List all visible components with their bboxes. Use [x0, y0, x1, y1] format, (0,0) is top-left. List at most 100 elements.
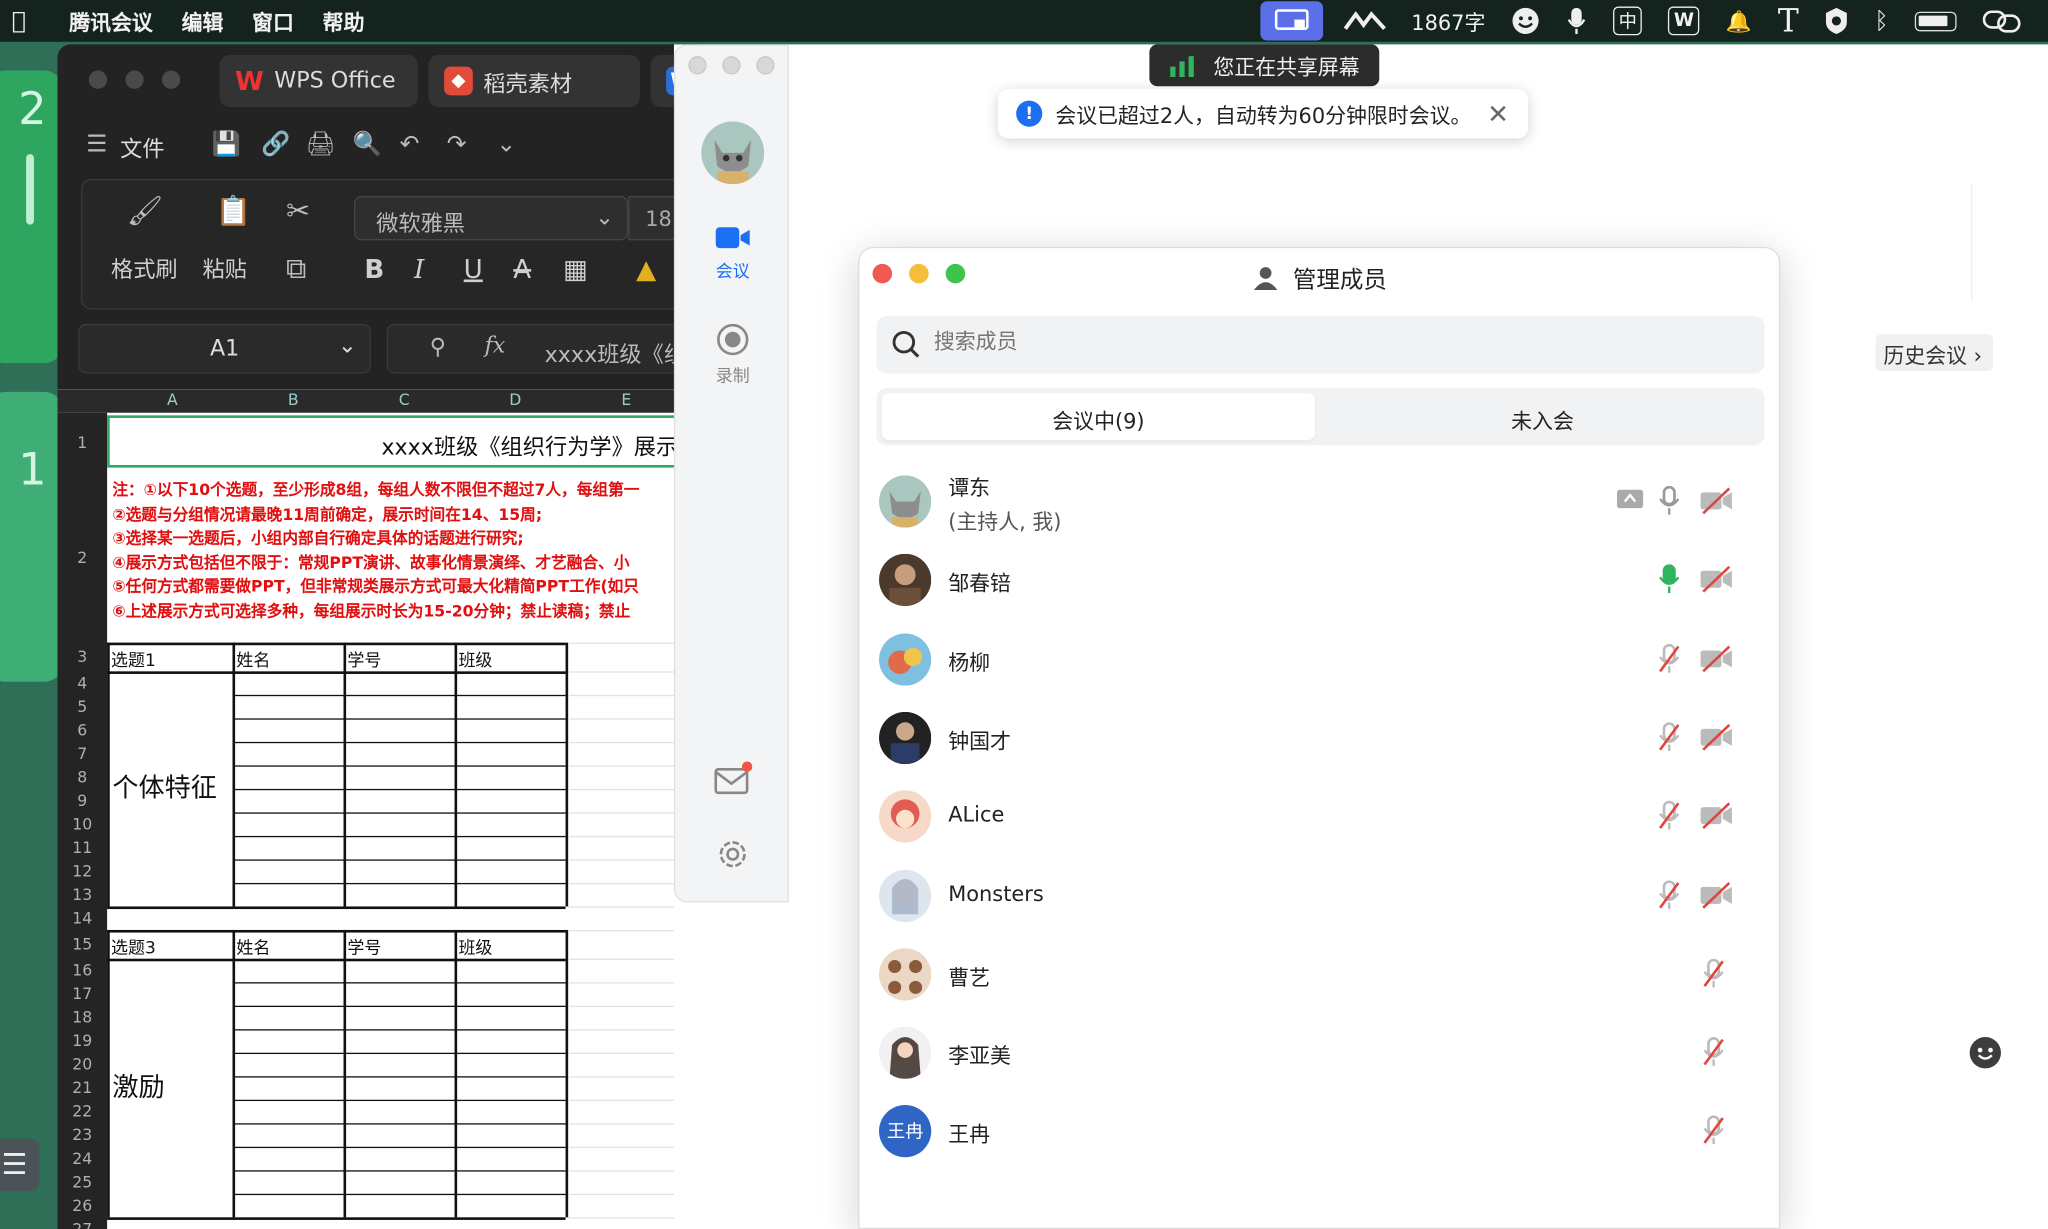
close-button[interactable]	[688, 56, 707, 75]
camera-off-icon[interactable]	[1699, 880, 1733, 914]
chevron-down-icon[interactable]: ⌄	[496, 131, 516, 158]
row-header[interactable]: 4	[57, 671, 107, 695]
link-icon[interactable]: 🔗	[261, 131, 290, 158]
tab-wps-office[interactable]: W WPS Office	[219, 54, 418, 108]
history-meetings-button[interactable]: 历史会议 ›	[1875, 334, 1994, 371]
camera-off-icon[interactable]	[1699, 801, 1733, 835]
paste-button[interactable]: 粘贴	[202, 251, 246, 283]
mic-muted-icon[interactable]	[1657, 722, 1681, 759]
strikethrough-button[interactable]: A	[513, 253, 531, 284]
print-icon[interactable]: 🖨	[306, 131, 336, 158]
row-header[interactable]: 5	[57, 695, 107, 719]
mic-muted-icon[interactable]	[1702, 958, 1726, 995]
member-row[interactable]: 邹春锫	[876, 541, 1764, 619]
row-header[interactable]: 25	[57, 1170, 107, 1194]
mic-muted-icon[interactable]	[1702, 1115, 1726, 1153]
fill-color-icon[interactable]: ▲	[636, 253, 656, 284]
column-label[interactable]: 姓名	[236, 647, 270, 672]
row-header[interactable]: 22	[57, 1100, 107, 1124]
menu-app-name[interactable]: 腾讯会议	[69, 5, 153, 36]
close-button[interactable]	[88, 70, 108, 89]
screen-sharing-indicator[interactable]: 您正在共享屏幕	[1149, 44, 1380, 87]
formula-bar[interactable]: ⚲ fx xxxx班级《组织行为学》展示安排	[386, 323, 698, 374]
row-header[interactable]: 7	[57, 742, 107, 766]
input-method-icon[interactable]: 中	[1613, 6, 1643, 36]
emoji-icon[interactable]	[1969, 1037, 2001, 1069]
border-icon[interactable]: ▦	[563, 253, 588, 284]
mic-muted-icon[interactable]	[1657, 800, 1681, 838]
mic-muted-icon[interactable]	[1657, 643, 1681, 680]
row-header[interactable]: 6	[57, 718, 107, 742]
member-row[interactable]: 钟国才	[876, 699, 1764, 777]
row-header[interactable]: 19	[57, 1029, 107, 1053]
shield-icon[interactable]	[1825, 7, 1849, 36]
member-row[interactable]: 王冉 王冉	[876, 1092, 1764, 1170]
mic-icon[interactable]	[1566, 7, 1587, 36]
list-menu-icon[interactable]: ☰	[0, 1138, 40, 1192]
row-header[interactable]: 20	[57, 1053, 107, 1077]
screen-share-icon[interactable]	[1616, 486, 1645, 517]
minimize-button[interactable]	[125, 70, 144, 89]
tab-not-joined[interactable]: 未入会	[1326, 393, 1760, 440]
function-icon[interactable]: fx	[485, 333, 506, 359]
avatar[interactable]	[701, 121, 765, 185]
row-header[interactable]: 13	[57, 883, 107, 907]
member-row[interactable]: 谭东 (主持人, 我)	[876, 462, 1764, 540]
topic-name[interactable]: 个体特征	[112, 767, 216, 805]
column-label[interactable]: 学号	[347, 934, 381, 959]
column-header[interactable]: C	[349, 391, 460, 409]
member-row[interactable]: 李亚美	[876, 1014, 1764, 1092]
menu-help[interactable]: 帮助	[323, 5, 365, 36]
row-header[interactable]: 1	[57, 413, 107, 473]
maximize-button[interactable]	[161, 70, 181, 89]
print-preview-icon[interactable]: 🔍	[353, 131, 382, 158]
italic-button[interactable]: I	[414, 253, 424, 284]
mic-icon[interactable]	[1657, 485, 1681, 523]
cell-name-box[interactable]: A1 ⌄	[78, 323, 371, 374]
format-painter-button[interactable]: 格式刷	[111, 251, 178, 283]
bold-button[interactable]: B	[364, 253, 384, 284]
row-header[interactable]: 23	[57, 1123, 107, 1147]
row-header[interactable]: 9	[57, 789, 107, 813]
zoom-icon[interactable]: ⚲	[430, 334, 446, 360]
word-count[interactable]: 1867字	[1411, 5, 1485, 36]
wps-menubar-icon[interactable]	[1343, 10, 1386, 31]
screen-share-status-icon[interactable]	[1259, 1, 1323, 41]
row-header[interactable]: 3	[57, 643, 107, 672]
sidebar-item-meeting[interactable]: 会议	[675, 223, 790, 282]
column-header[interactable]: A	[107, 391, 238, 409]
mic-icon[interactable]	[1657, 564, 1681, 602]
row-header[interactable]: 24	[57, 1147, 107, 1171]
column-label[interactable]: 班级	[458, 934, 492, 959]
column-label[interactable]: 姓名	[236, 934, 270, 959]
wps-w-icon[interactable]: W	[1668, 6, 1700, 36]
redo-icon[interactable]: ↷	[447, 131, 467, 158]
member-row[interactable]: 杨柳	[876, 620, 1764, 698]
camera-off-icon[interactable]	[1699, 565, 1733, 599]
member-row[interactable]: ALice	[876, 777, 1764, 855]
row-header[interactable]: 2	[57, 473, 107, 643]
file-menu[interactable]: 文件	[120, 131, 164, 163]
menu-icon[interactable]: ☰	[86, 131, 107, 158]
column-header[interactable]: E	[571, 391, 682, 409]
camera-off-icon[interactable]	[1699, 722, 1733, 756]
format-painter-icon[interactable]: 🖌	[127, 196, 163, 229]
row-header[interactable]: 15	[57, 930, 107, 959]
camera-off-icon[interactable]	[1699, 486, 1733, 520]
menu-window[interactable]: 窗口	[252, 5, 294, 36]
battery-icon[interactable]	[1914, 11, 1957, 31]
camera-off-icon[interactable]	[1699, 643, 1733, 677]
column-label[interactable]: 学号	[347, 647, 381, 672]
search-input[interactable]	[933, 329, 1718, 354]
row-header[interactable]: 21	[57, 1076, 107, 1100]
row-header[interactable]: 27	[57, 1217, 107, 1229]
settings-button[interactable]	[675, 837, 790, 876]
scissors-icon[interactable]: ✂	[286, 196, 310, 229]
underline-button[interactable]: U	[464, 253, 483, 284]
save-icon[interactable]: 💾	[212, 131, 241, 158]
topic-name[interactable]: 激励	[112, 1066, 164, 1104]
column-header[interactable]: D	[460, 391, 571, 409]
topic-label[interactable]: 选题3	[111, 934, 156, 959]
undo-icon[interactable]: ↶	[400, 131, 420, 158]
row-header[interactable]: 17	[57, 982, 107, 1006]
